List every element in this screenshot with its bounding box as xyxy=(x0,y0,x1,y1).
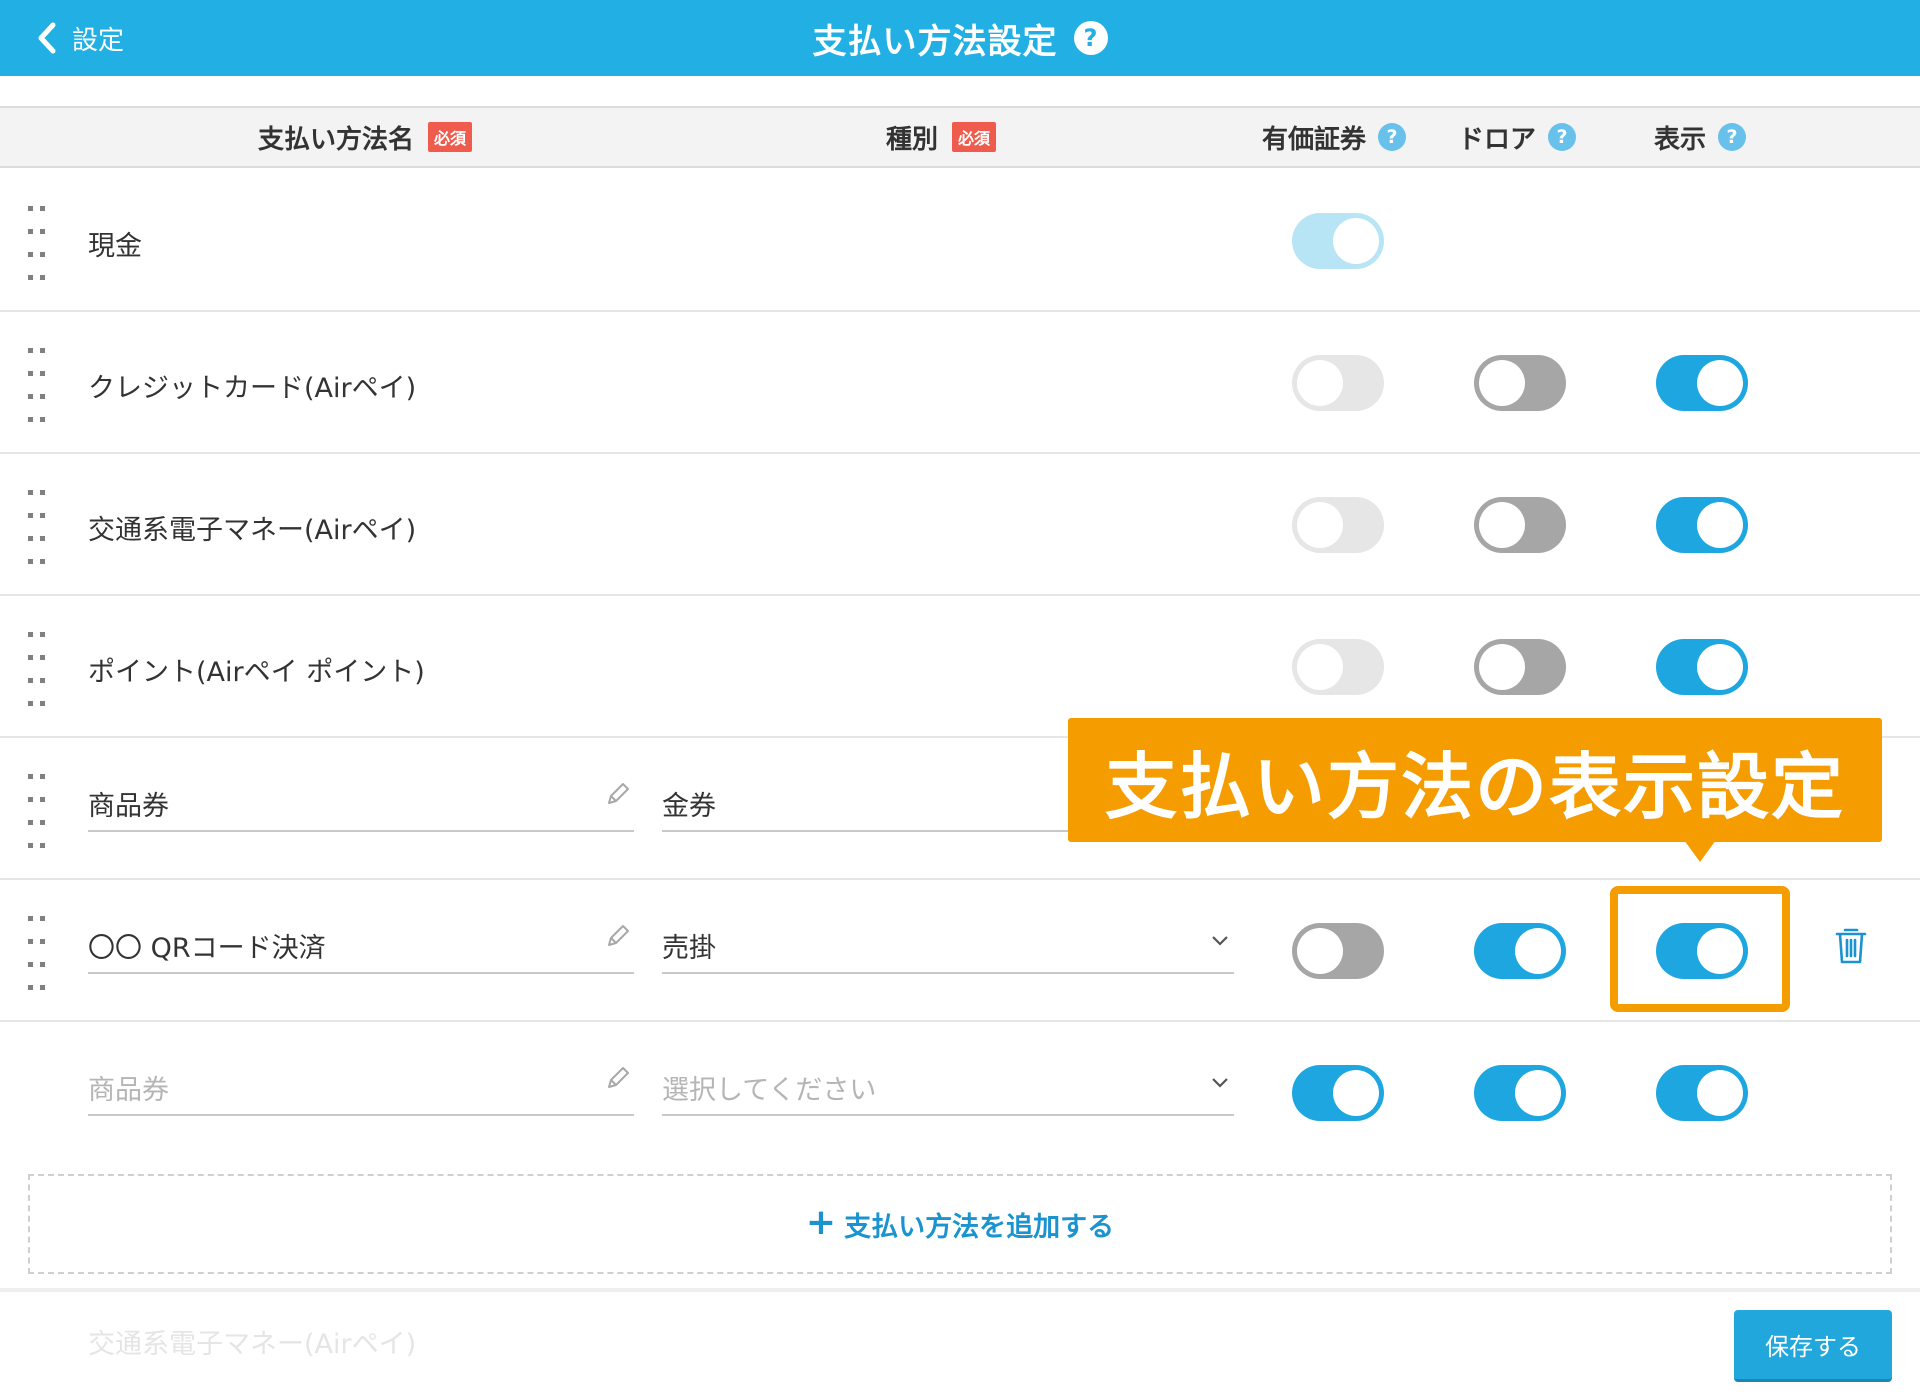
trash-icon[interactable] xyxy=(1834,926,1868,966)
toggle-knob xyxy=(1697,644,1743,690)
annotation-label: 支払い方法の表示設定 xyxy=(1104,744,1845,829)
drawer-toggle[interactable] xyxy=(1474,355,1566,411)
drag-handle-icon[interactable] xyxy=(28,774,48,848)
toggle-knob xyxy=(1297,502,1343,548)
drawer-toggle[interactable] xyxy=(1474,923,1566,979)
ghost-row-name: 交通系電子マネー(Airペイ) xyxy=(88,1329,417,1360)
payment-name-field[interactable]: 商品券 xyxy=(88,770,634,832)
display-toggle[interactable] xyxy=(1656,639,1748,695)
toggle-knob xyxy=(1297,928,1343,974)
column-type: 種別 必須 xyxy=(886,108,997,166)
payment-row: 現金 xyxy=(0,170,1920,312)
payment-type-select[interactable]: 売掛 xyxy=(662,912,1234,974)
toggle-knob xyxy=(1333,218,1379,264)
app-header: 設定 支払い方法設定 ? xyxy=(0,0,1920,76)
pencil-icon xyxy=(608,925,629,946)
payment-name: ポイント(Airペイ ポイント) xyxy=(88,657,425,688)
add-payment-method-label: 支払い方法を追加する xyxy=(844,1211,1115,1243)
column-securities: 有価証券 ? xyxy=(1262,108,1407,166)
save-button[interactable]: 保存する xyxy=(1734,1310,1892,1382)
required-badge: 必須 xyxy=(952,122,997,152)
column-securities-label: 有価証券 xyxy=(1262,124,1367,155)
payment-type-placeholder: 選択してください xyxy=(662,1075,877,1106)
column-name-label: 支払い方法名 xyxy=(258,124,415,155)
payment-name-value: 〇〇 QRコード決済 xyxy=(88,933,326,964)
toggle-knob xyxy=(1297,360,1343,406)
drag-handle-icon[interactable] xyxy=(28,632,48,706)
drag-handle-icon[interactable] xyxy=(28,490,48,564)
new-payment-type-select[interactable]: 選択してください xyxy=(662,1054,1234,1116)
payment-name-field[interactable]: 〇〇 QRコード決済 xyxy=(88,912,634,974)
drag-handle-icon[interactable] xyxy=(28,206,48,280)
pencil-icon xyxy=(608,783,629,804)
toggle-knob xyxy=(1479,644,1525,690)
display-toggle[interactable] xyxy=(1656,1065,1748,1121)
page-title-area: 支払い方法設定 ? xyxy=(0,0,1920,76)
chevron-down-icon xyxy=(1212,936,1228,946)
toggle-knob xyxy=(1697,502,1743,548)
drawer-toggle[interactable] xyxy=(1474,639,1566,695)
column-display: 表示 ? xyxy=(1654,108,1747,166)
toggle-knob xyxy=(1333,1070,1379,1116)
payment-type-value: 売掛 xyxy=(662,933,716,964)
annotation-callout: 支払い方法の表示設定 xyxy=(1068,718,1882,842)
new-payment-row: 商品券 選択してください xyxy=(0,1022,1920,1160)
drag-handle-icon[interactable] xyxy=(28,916,48,990)
display-toggle[interactable] xyxy=(1656,355,1748,411)
display-toggle[interactable] xyxy=(1656,497,1748,553)
help-icon[interactable]: ? xyxy=(1073,21,1108,55)
drag-handle-icon[interactable] xyxy=(28,348,48,422)
footer-divider xyxy=(0,1288,1920,1292)
chevron-down-icon xyxy=(1212,1078,1228,1088)
annotation-highlight-box xyxy=(1610,886,1790,1012)
toggle-knob xyxy=(1697,1070,1743,1116)
payment-name: クレジットカード(Airペイ) xyxy=(88,373,417,404)
securities-toggle xyxy=(1292,213,1384,269)
securities-toggle xyxy=(1292,355,1384,411)
help-icon[interactable]: ? xyxy=(1378,123,1407,151)
help-icon[interactable]: ? xyxy=(1718,123,1747,151)
toggle-knob xyxy=(1297,644,1343,690)
plus-icon: + xyxy=(805,1201,837,1243)
payment-row: クレジットカード(Airペイ) xyxy=(0,312,1920,454)
pencil-icon xyxy=(608,1067,629,1088)
column-drawer-label: ドロア xyxy=(1458,124,1537,155)
payment-name: 現金 xyxy=(88,231,142,262)
page-title: 支払い方法設定 xyxy=(812,21,1058,62)
toggle-knob xyxy=(1479,502,1525,548)
help-icon[interactable]: ? xyxy=(1548,123,1577,151)
column-header: 支払い方法名 必須 種別 必須 有価証券 ? ドロア ? 表示 ? xyxy=(0,106,1920,168)
column-type-label: 種別 xyxy=(886,124,939,155)
securities-toggle[interactable] xyxy=(1292,923,1384,979)
required-badge: 必須 xyxy=(428,122,473,152)
securities-toggle xyxy=(1292,639,1384,695)
new-payment-name-field[interactable]: 商品券 xyxy=(88,1054,634,1116)
column-display-label: 表示 xyxy=(1654,124,1707,155)
payment-name-value: 商品券 xyxy=(88,791,169,822)
payment-row: ポイント(Airペイ ポイント) xyxy=(0,596,1920,738)
drawer-toggle[interactable] xyxy=(1474,497,1566,553)
toggle-knob xyxy=(1515,1070,1561,1116)
drawer-toggle[interactable] xyxy=(1474,1065,1566,1121)
toggle-knob xyxy=(1515,928,1561,974)
annotation-pointer xyxy=(1684,840,1716,862)
toggle-knob xyxy=(1479,360,1525,406)
payment-name: 交通系電子マネー(Airペイ) xyxy=(88,515,417,546)
add-payment-method-button[interactable]: + 支払い方法を追加する xyxy=(28,1174,1892,1274)
column-name: 支払い方法名 必須 xyxy=(258,108,473,166)
toggle-knob xyxy=(1697,360,1743,406)
payment-name-placeholder: 商品券 xyxy=(88,1075,169,1106)
securities-toggle xyxy=(1292,497,1384,553)
payment-type-value: 金券 xyxy=(662,791,716,822)
column-drawer: ドロア ? xyxy=(1458,108,1577,166)
payment-row: 交通系電子マネー(Airペイ) xyxy=(0,454,1920,596)
securities-toggle[interactable] xyxy=(1292,1065,1384,1121)
